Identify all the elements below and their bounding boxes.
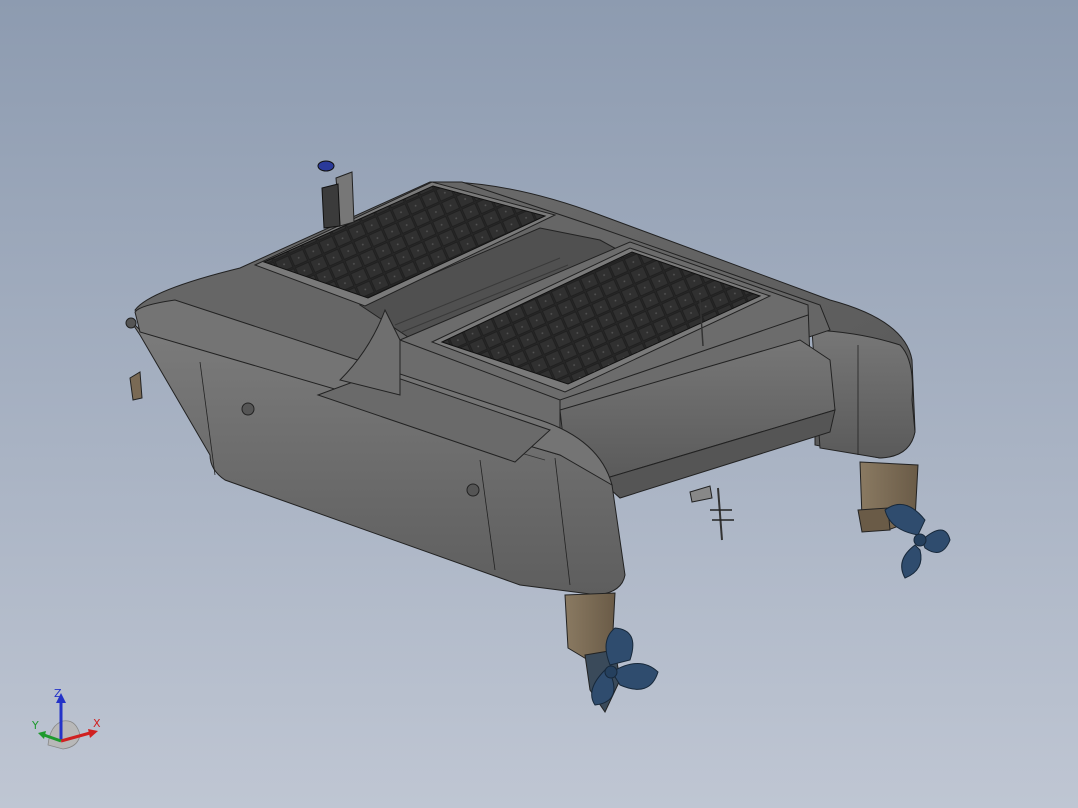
center-sensor [689,485,734,541]
z-axis-label: Z [54,687,62,700]
y-axis-label: Y [32,719,39,732]
x-axis-label: X [93,717,101,730]
mast[interactable] [317,160,355,229]
y-axis-arrow [38,731,46,739]
right-propeller[interactable] [884,503,951,579]
x-axis-arrow [88,729,98,738]
orientation-triad[interactable]: Z Y X [28,685,108,755]
3d-viewport[interactable]: Z Y X [0,0,1078,808]
catamaran-model[interactable] [0,0,1078,808]
